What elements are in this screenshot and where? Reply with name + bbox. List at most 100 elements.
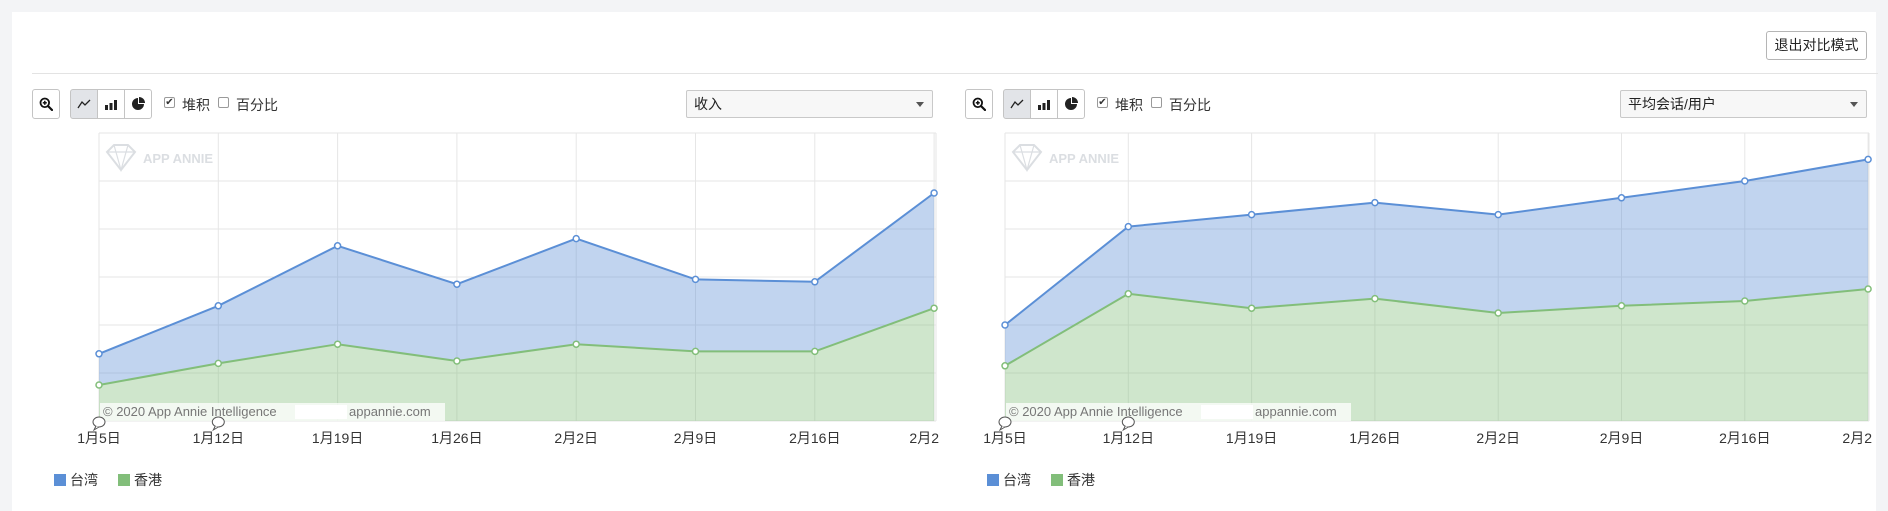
metric-select-value: 平均会话/用户 bbox=[1628, 96, 1716, 112]
line-chart-button[interactable] bbox=[1003, 89, 1031, 119]
bar-chart-icon bbox=[105, 100, 117, 110]
metric-select[interactable]: 平均会话/用户 bbox=[1620, 90, 1867, 118]
data-point-taiwan bbox=[333, 242, 342, 250]
chart-panel-left: ✔ 堆积 百分比 收入 APP ANNIE © 2020 App Annie In… bbox=[32, 88, 942, 508]
data-point-hongkong bbox=[1741, 297, 1749, 305]
data-point-hongkong bbox=[1617, 302, 1626, 310]
event-marker-icon bbox=[998, 416, 1012, 428]
app-annie-watermark: APP ANNIE bbox=[1011, 144, 1119, 173]
percent-checkbox[interactable] bbox=[218, 97, 229, 108]
x-tick-label: 1月12日 bbox=[1103, 430, 1154, 446]
diamond-logo-icon bbox=[1011, 144, 1043, 172]
bar-chart-button[interactable] bbox=[97, 89, 125, 119]
line-chart-icon bbox=[77, 99, 91, 109]
data-point-hongkong bbox=[1247, 304, 1256, 312]
pie-chart-icon bbox=[1065, 97, 1078, 110]
data-point-taiwan bbox=[811, 278, 819, 286]
chevron-down-icon bbox=[916, 102, 924, 107]
data-point-taiwan bbox=[214, 302, 223, 310]
x-tick-label: 2月2日 bbox=[1476, 430, 1520, 446]
data-point-taiwan bbox=[453, 280, 461, 288]
watermark-brand-text: APP ANNIE bbox=[1049, 151, 1119, 166]
data-point-hongkong bbox=[1124, 290, 1133, 298]
copyright-text: © 2020 App Annie Intelligence bbox=[103, 404, 277, 419]
pie-chart-button[interactable] bbox=[1057, 89, 1085, 119]
data-point-hongkong bbox=[1001, 362, 1009, 370]
toolbar-divider bbox=[32, 73, 1878, 74]
data-point-taiwan bbox=[1494, 210, 1502, 219]
data-point-hongkong bbox=[572, 340, 580, 348]
line-chart-icon bbox=[1010, 99, 1024, 109]
zoom-button[interactable] bbox=[965, 89, 993, 119]
x-tick-label: 2月9日 bbox=[1600, 430, 1644, 446]
data-point-taiwan bbox=[1001, 321, 1009, 329]
hongkong-swatch bbox=[1051, 474, 1063, 486]
series-area-hongkong bbox=[1005, 289, 1869, 421]
percent-checkbox[interactable] bbox=[1151, 97, 1162, 108]
copyright-domain-text: appannie.com bbox=[1255, 404, 1337, 419]
x-tick-label: 1月19日 bbox=[1226, 430, 1277, 446]
percent-label: 百分比 bbox=[236, 97, 278, 113]
x-tick-label: 2月2日 bbox=[554, 430, 598, 446]
metric-select[interactable]: 收入 bbox=[686, 90, 933, 118]
data-point-hongkong bbox=[1371, 294, 1379, 303]
x-tick-label: 2月16日 bbox=[789, 430, 840, 446]
exit-compare-button[interactable]: 退出对比模式 bbox=[1766, 31, 1867, 60]
stacked-checkbox[interactable]: ✔ bbox=[164, 97, 175, 108]
data-point-taiwan bbox=[572, 234, 580, 243]
event-marker-icon bbox=[211, 416, 225, 428]
x-tick-label: 1月5日 bbox=[77, 430, 121, 446]
event-marker-icon bbox=[1121, 416, 1135, 428]
zoom-in-icon bbox=[39, 97, 53, 111]
bar-chart-button[interactable] bbox=[1030, 89, 1058, 119]
taiwan-swatch bbox=[987, 474, 999, 486]
stacked-label: 堆积 bbox=[1115, 97, 1143, 113]
stacked-label: 堆积 bbox=[182, 97, 210, 113]
zoom-button[interactable] bbox=[32, 89, 60, 119]
data-point-taiwan bbox=[1864, 155, 1872, 164]
pie-chart-button[interactable] bbox=[124, 89, 152, 119]
data-point-hongkong bbox=[811, 347, 819, 356]
event-marker-icon bbox=[92, 416, 106, 428]
x-tick-label: 1月12日 bbox=[193, 430, 244, 446]
copyright-text: © 2020 App Annie Intelligence bbox=[1009, 404, 1183, 419]
area-chart: APP ANNIE © 2020 App Annie Intelligence ap… bbox=[77, 132, 939, 446]
data-point-hongkong bbox=[453, 357, 461, 365]
chevron-down-icon bbox=[1850, 102, 1858, 107]
x-tick-label: 2月16日 bbox=[1719, 430, 1770, 446]
x-tick-label: 1月26日 bbox=[1349, 430, 1400, 446]
zoom-in-icon bbox=[972, 97, 986, 111]
taiwan-swatch bbox=[54, 474, 66, 486]
data-point-hongkong bbox=[1864, 285, 1872, 293]
data-point-taiwan bbox=[1247, 210, 1256, 219]
diamond-logo-icon bbox=[105, 144, 137, 172]
chart-panel-right: ✔ 堆积 百分比 平均会话/用户 APP ANNIE © 2020 App Ann… bbox=[965, 88, 1875, 508]
data-point-taiwan bbox=[930, 189, 938, 197]
data-point-taiwan bbox=[1371, 198, 1379, 207]
legend-label: 香港 bbox=[1067, 472, 1095, 488]
stacked-checkbox[interactable]: ✔ bbox=[1097, 97, 1108, 108]
data-point-hongkong bbox=[333, 340, 342, 348]
pie-chart-icon bbox=[132, 97, 145, 110]
area-chart: APP ANNIE © 2020 App Annie Intelligence ap… bbox=[983, 132, 1872, 446]
percent-label: 百分比 bbox=[1169, 97, 1211, 113]
data-point-hongkong bbox=[1494, 309, 1502, 317]
x-tick-label: 2月2 bbox=[909, 430, 939, 446]
data-point-taiwan bbox=[1741, 177, 1749, 185]
metric-select-value: 收入 bbox=[694, 96, 722, 112]
data-point-taiwan bbox=[95, 350, 103, 358]
data-point-hongkong bbox=[691, 347, 700, 356]
copyright-domain-text: appannie.com bbox=[349, 404, 431, 419]
watermark-brand-text: APP ANNIE bbox=[143, 151, 213, 166]
x-tick-label: 2月2 bbox=[1842, 430, 1872, 446]
data-point-taiwan bbox=[1124, 222, 1133, 231]
data-point-hongkong bbox=[214, 359, 223, 368]
legend-label: 台湾 bbox=[1003, 472, 1031, 488]
line-chart-button[interactable] bbox=[70, 89, 98, 119]
data-point-taiwan bbox=[691, 275, 700, 284]
hongkong-swatch bbox=[118, 474, 130, 486]
x-tick-label: 1月19日 bbox=[312, 430, 363, 446]
data-point-hongkong bbox=[930, 304, 938, 312]
x-tick-label: 1月5日 bbox=[983, 430, 1027, 446]
legend-label: 香港 bbox=[134, 472, 162, 488]
